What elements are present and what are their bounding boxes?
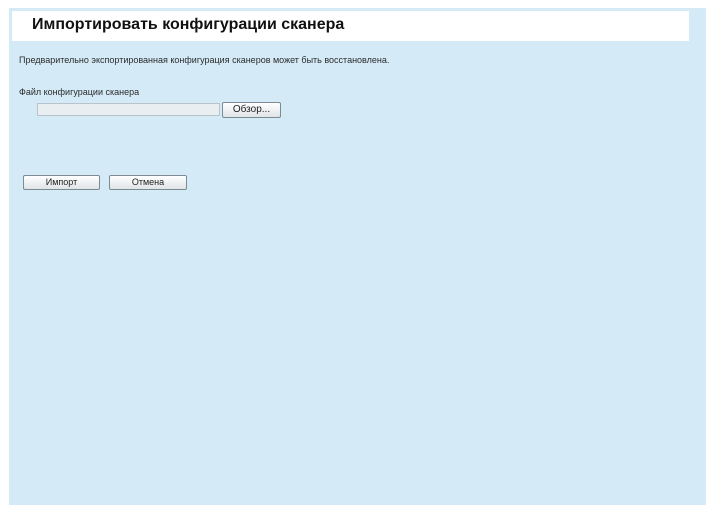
import-button[interactable]: Импорт — [23, 175, 100, 190]
title-bar: Импортировать конфигурации сканера — [12, 11, 689, 41]
page-description: Предварительно экспортированная конфигур… — [19, 55, 390, 65]
page-title: Импортировать конфигурации сканера — [32, 16, 345, 33]
config-file-input[interactable] — [37, 103, 220, 116]
config-file-label: Файл конфигурации сканера — [19, 87, 140, 97]
browse-button[interactable]: Обзор... — [222, 102, 281, 118]
import-config-panel: Импортировать конфигурации сканера Предв… — [9, 8, 706, 505]
cancel-button[interactable]: Отмена — [109, 175, 187, 190]
